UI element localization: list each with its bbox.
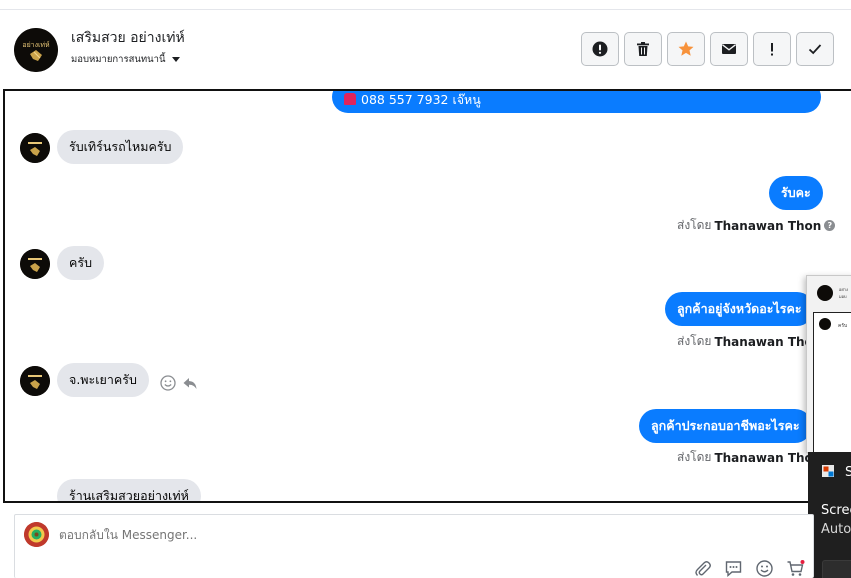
sent-by-label: ส่งโดย — [677, 334, 712, 348]
emoji-icon[interactable] — [755, 559, 774, 578]
notification-line2: Auto — [821, 522, 851, 537]
notification-line1: Scree — [821, 503, 851, 518]
cart-icon[interactable] — [786, 559, 805, 578]
page-avatar[interactable]: อย่างเท่ห์ — [14, 28, 58, 72]
outgoing-message[interactable]: ลูกค้าประกอบอาชีพอะไรคะ — [639, 409, 812, 443]
mark-spam-button[interactable] — [581, 32, 619, 66]
page-name: เสริมสวย อย่างเท่ห์ — [71, 30, 185, 46]
exclamation-icon — [771, 43, 773, 56]
star-button[interactable] — [667, 32, 705, 66]
incoming-message[interactable]: รับเทิร์นรถไหมครับ — [57, 130, 184, 164]
popup-message: ครับ — [838, 323, 848, 329]
sender-avatar[interactable] — [20, 249, 50, 279]
sender-name: Thanawan Thon — [714, 218, 822, 233]
mark-done-button[interactable] — [796, 32, 834, 66]
emoji-react-icon[interactable] — [160, 375, 176, 391]
saved-reply-icon[interactable] — [724, 559, 743, 578]
incoming-message[interactable]: ร้านเสริมสวยอย่างเท่ห์ — [57, 479, 201, 501]
reply-arrow-icon[interactable] — [182, 375, 198, 391]
siren-icon — [344, 93, 356, 105]
incoming-message[interactable]: จ.พะเยาครับ — [57, 363, 149, 397]
notification-toast[interactable]: S Scree Auto — [808, 452, 851, 578]
star-icon — [678, 41, 694, 56]
chat-popup-window[interactable]: อย่าง มอบ ครับ — [806, 275, 851, 454]
message-actions — [160, 375, 198, 391]
reply-composer — [14, 514, 814, 578]
composer-tools — [693, 559, 805, 578]
paperclip-icon[interactable] — [693, 559, 712, 578]
checkmark-icon — [808, 44, 822, 55]
agent-avatar — [24, 522, 49, 547]
trash-icon — [637, 42, 649, 56]
popup-inner-thread: ครับ — [813, 312, 851, 454]
envelope-icon — [722, 44, 736, 54]
sender-avatar[interactable] — [20, 133, 50, 163]
notification-action-button[interactable] — [822, 560, 851, 578]
delete-button[interactable] — [624, 32, 662, 66]
outgoing-message[interactable]: รับคะ — [769, 176, 823, 210]
help-icon[interactable]: ? — [824, 220, 836, 231]
reply-input[interactable] — [59, 528, 659, 542]
caret-down-icon — [171, 57, 180, 62]
alert-circle-icon — [592, 41, 608, 57]
sent-by-line: ส่งโดย Thanawan Thon ? — [677, 216, 836, 235]
popup-sender-avatar — [819, 318, 831, 330]
popup-header-text: อย่าง — [839, 287, 848, 292]
mark-unread-button[interactable] — [710, 32, 748, 66]
popup-subtext: มอบ — [839, 294, 847, 299]
pinned-phone-message[interactable]: 088 557 7932 เจ๊หนู — [332, 91, 821, 113]
assign-conversation-dropdown[interactable]: มอบหมายการสนทนานี้ — [71, 52, 180, 67]
sent-by-line: ส่งโดย Thanawan Thon — [677, 332, 821, 351]
assign-label: มอบหมายการสนทนานี้ — [71, 54, 166, 65]
outgoing-message[interactable]: ลูกค้าอยู่จังหวัดอะไรคะ — [665, 292, 814, 326]
notification-title: S — [845, 465, 851, 480]
sender-avatar[interactable] — [20, 366, 50, 396]
conversation-header: อย่างเท่ห์ เสริมสวย อย่างเท่ห์ มอบหมายกา… — [0, 10, 851, 90]
follow-up-button[interactable] — [753, 32, 791, 66]
message-thread[interactable]: 088 557 7932 เจ๊หนู รับเทิร์นรถไหมครับ ร… — [3, 89, 851, 503]
sent-by-label: ส่งโดย — [677, 450, 712, 464]
sent-by-line: ส่งโดย Thanawan Thon — [677, 448, 821, 467]
svg-text:อย่างเท่ห์: อย่างเท่ห์ — [22, 41, 50, 49]
conversation-toolbar — [581, 32, 834, 66]
snipping-tool-icon — [822, 465, 834, 477]
pinned-text: 088 557 7932 เจ๊หนู — [361, 92, 481, 107]
popup-avatar — [817, 285, 833, 301]
incoming-message[interactable]: ครับ — [57, 246, 105, 280]
sent-by-label: ส่งโดย — [677, 218, 712, 232]
